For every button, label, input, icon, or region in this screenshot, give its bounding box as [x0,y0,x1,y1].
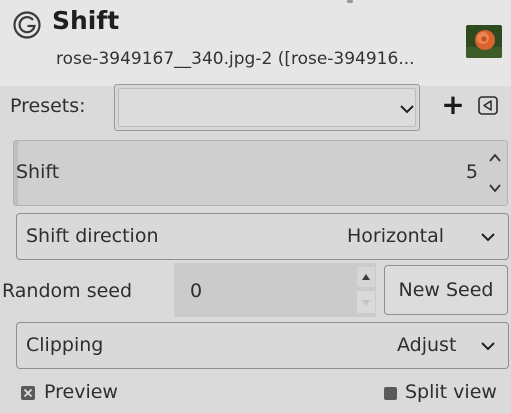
split-view-checkbox[interactable] [384,387,397,400]
random-seed-value: 0 [190,280,203,302]
spin-down-icon[interactable] [357,291,375,313]
clipping-dropdown[interactable]: Clipping Adjust [16,322,509,369]
dialog-title: Shift [52,6,120,35]
shift-direction-dropdown[interactable]: Shift direction Horizontal [16,213,509,260]
clipping-label: Clipping [26,334,104,356]
dialog-header: Shift rose-3949167__340.jpg-2 ([rose-394… [0,0,511,86]
preset-menu-icon[interactable] [475,93,503,119]
chevron-down-icon [481,342,495,351]
shift-direction-value: Horizontal [347,225,445,247]
presets-dropdown-field [118,88,416,127]
presets-label: Presets: [10,95,86,117]
spin-up-icon[interactable] [486,151,504,165]
split-view-label[interactable]: Split view [405,381,497,403]
new-seed-button[interactable]: New Seed [384,265,508,315]
shift-direction-label: Shift direction [26,225,159,247]
chevron-down-icon [481,233,495,242]
spin-down-icon[interactable] [486,181,504,195]
random-seed-label: Random seed [2,280,133,302]
random-seed-input[interactable]: 0 [174,263,376,317]
chevron-down-icon [400,105,414,114]
preview-label[interactable]: Preview [44,381,118,403]
clipping-value: Adjust [397,334,457,356]
preview-checkbox[interactable] [21,386,35,400]
spin-up-icon[interactable] [357,267,375,287]
add-preset-button[interactable]: + [438,89,468,121]
shift-label: Shift [16,161,60,183]
image-thumbnail [466,25,502,58]
presets-dropdown[interactable] [114,84,420,131]
shift-value: 5 [465,161,478,183]
shift-spinscale[interactable]: Shift 5 [13,140,508,206]
image-subtitle: rose-3949167__340.jpg-2 ([rose-394916... [56,49,415,69]
drag-handle [347,0,353,3]
gimp-icon [13,11,41,39]
